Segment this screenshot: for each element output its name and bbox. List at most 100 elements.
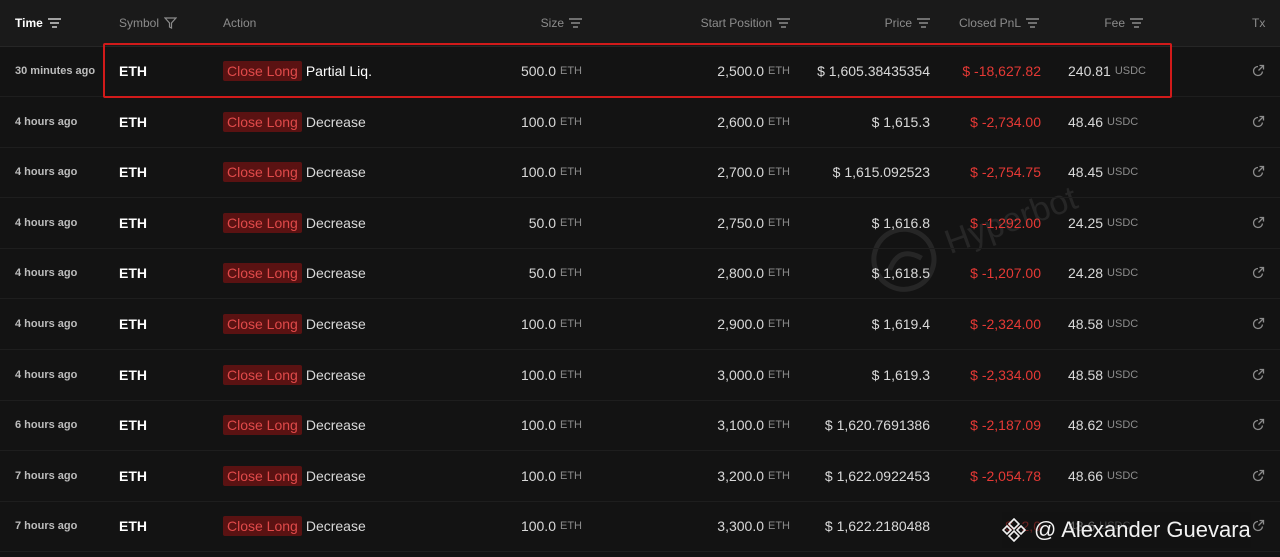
row-symbol[interactable]: ETH [119, 198, 147, 248]
table-row[interactable]: 4 hours ago ETH Close Long Decrease 100.… [0, 350, 1280, 401]
external-link-icon[interactable] [1251, 216, 1265, 230]
start-unit: ETH [768, 115, 790, 128]
fee-unit: USDC [1107, 115, 1139, 128]
row-symbol[interactable]: ETH [119, 400, 147, 450]
size-value: 100.0 [520, 366, 556, 383]
table-row[interactable]: 4 hours ago ETH Close Long Decrease 50.0… [0, 248, 1280, 300]
row-start-position: 2,500.0 ETH [717, 46, 790, 96]
fee-value: 24.25 [1068, 214, 1104, 231]
sort-icon[interactable] [1026, 18, 1039, 28]
sort-icon[interactable] [569, 18, 582, 28]
action-badge: Close Long [223, 364, 302, 385]
row-tx[interactable] [1250, 400, 1266, 450]
row-size: 100.0 ETH [521, 147, 582, 197]
row-closed-pnl: $ -1,207.00 [970, 265, 1041, 282]
row-time: 6 hours ago [15, 419, 78, 432]
row-symbol[interactable]: ETH [119, 501, 147, 551]
row-symbol[interactable]: ETH [119, 451, 147, 501]
size-value: 100.0 [520, 417, 556, 434]
header-start-position[interactable]: Start Position [701, 0, 790, 46]
row-time: 7 hours ago [15, 469, 78, 482]
row-time: 4 hours ago [15, 318, 78, 330]
start-unit: ETH [768, 216, 790, 229]
row-start-position: 2,900.0 ETH [717, 299, 790, 349]
fee-unit: USDC [1107, 166, 1139, 179]
header-time[interactable]: Time [15, 0, 61, 46]
row-start-position: 2,600.0 ETH [717, 97, 790, 147]
table-row[interactable]: 4 hours ago ETH Close Long Decrease 100.… [0, 97, 1280, 148]
external-link-icon[interactable] [1251, 64, 1265, 78]
table-row[interactable]: 4 hours ago ETH Close Long Decrease 100.… [0, 147, 1280, 199]
external-link-icon[interactable] [1251, 266, 1265, 280]
row-closed-pnl: $ -2,754.75 [970, 164, 1041, 181]
action-badge: Close Long [223, 465, 302, 486]
external-link-icon[interactable] [1251, 165, 1265, 179]
row-time: 7 hours ago [15, 520, 78, 533]
action-type: Decrease [305, 467, 366, 484]
row-tx[interactable] [1250, 97, 1266, 147]
row-symbol[interactable]: ETH [119, 299, 147, 349]
start-unit: ETH [768, 267, 790, 280]
row-action: Close Long Decrease [223, 400, 366, 450]
action-type: Decrease [305, 417, 366, 434]
row-time: 4 hours ago [15, 216, 78, 229]
external-link-icon[interactable] [1251, 115, 1265, 129]
external-link-icon[interactable] [1251, 317, 1265, 331]
row-start-position: 3,200.0 ETH [717, 451, 790, 501]
sort-icon[interactable] [1130, 18, 1143, 28]
row-symbol[interactable]: ETH [119, 46, 147, 96]
table-row[interactable]: 30 minutes ago ETH Close Long Partial Li… [0, 46, 1280, 97]
table-row[interactable]: 7 hours ago ETH Close Long Decrease 100.… [0, 451, 1280, 502]
row-action: Close Long Decrease [223, 198, 366, 248]
size-unit: ETH [560, 419, 582, 432]
header-symbol[interactable]: Symbol [119, 0, 178, 46]
row-tx[interactable] [1250, 248, 1266, 298]
table-row[interactable]: 6 hours ago ETH Close Long Decrease 100.… [0, 400, 1280, 452]
row-action: Close Long Decrease [223, 147, 366, 197]
start-unit: ETH [768, 469, 790, 482]
table-row[interactable]: 4 hours ago ETH Close Long Decrease 100.… [0, 299, 1280, 350]
action-badge: Close Long [223, 162, 302, 183]
row-price: $ 1,622.2180488 [824, 518, 930, 535]
header-size[interactable]: Size [541, 0, 582, 46]
external-link-icon[interactable] [1251, 519, 1265, 533]
action-type: Partial Liq. [305, 63, 372, 79]
sort-icon[interactable] [917, 18, 930, 28]
action-badge: Close Long [223, 111, 302, 132]
row-size: 50.0 ETH [529, 198, 582, 248]
row-tx[interactable] [1250, 198, 1266, 248]
row-symbol[interactable]: ETH [119, 248, 147, 298]
row-action: Close Long Decrease [223, 451, 366, 501]
sort-icon[interactable] [47, 18, 61, 28]
header-fee[interactable]: Fee [1104, 0, 1143, 46]
filter-icon[interactable] [164, 17, 178, 29]
table-row[interactable]: 4 hours ago ETH Close Long Decrease 50.0… [0, 198, 1280, 249]
row-tx[interactable] [1250, 147, 1266, 197]
row-tx[interactable] [1250, 501, 1266, 551]
row-size: 100.0 ETH [521, 299, 582, 349]
row-symbol[interactable]: ETH [119, 350, 147, 400]
external-link-icon[interactable] [1251, 368, 1265, 382]
header-price[interactable]: Price [885, 0, 930, 46]
row-fee: 48.45 USDC [1068, 147, 1138, 197]
row-tx[interactable] [1250, 299, 1266, 349]
row-start-position: 2,750.0 ETH [717, 198, 790, 248]
action-badge: Close Long [223, 61, 302, 81]
header-tx: Tx [1252, 16, 1266, 30]
header-closed-pnl[interactable]: Closed PnL [959, 0, 1039, 46]
external-link-icon[interactable] [1251, 469, 1265, 483]
row-symbol[interactable]: ETH [119, 97, 147, 147]
row-tx[interactable] [1250, 46, 1266, 96]
action-badge: Close Long [223, 314, 302, 334]
diamond-logo-icon [1002, 518, 1026, 542]
size-value: 500.0 [520, 63, 556, 79]
row-tx[interactable] [1250, 451, 1266, 501]
row-fee: 48.62 USDC [1068, 400, 1138, 450]
row-symbol[interactable]: ETH [119, 147, 147, 197]
row-tx[interactable] [1250, 350, 1266, 400]
row-price: $ 1,615.092523 [832, 164, 930, 181]
row-start-position: 2,700.0 ETH [717, 147, 790, 197]
action-type: Decrease [305, 265, 366, 282]
external-link-icon[interactable] [1251, 418, 1265, 432]
sort-icon[interactable] [777, 18, 790, 28]
